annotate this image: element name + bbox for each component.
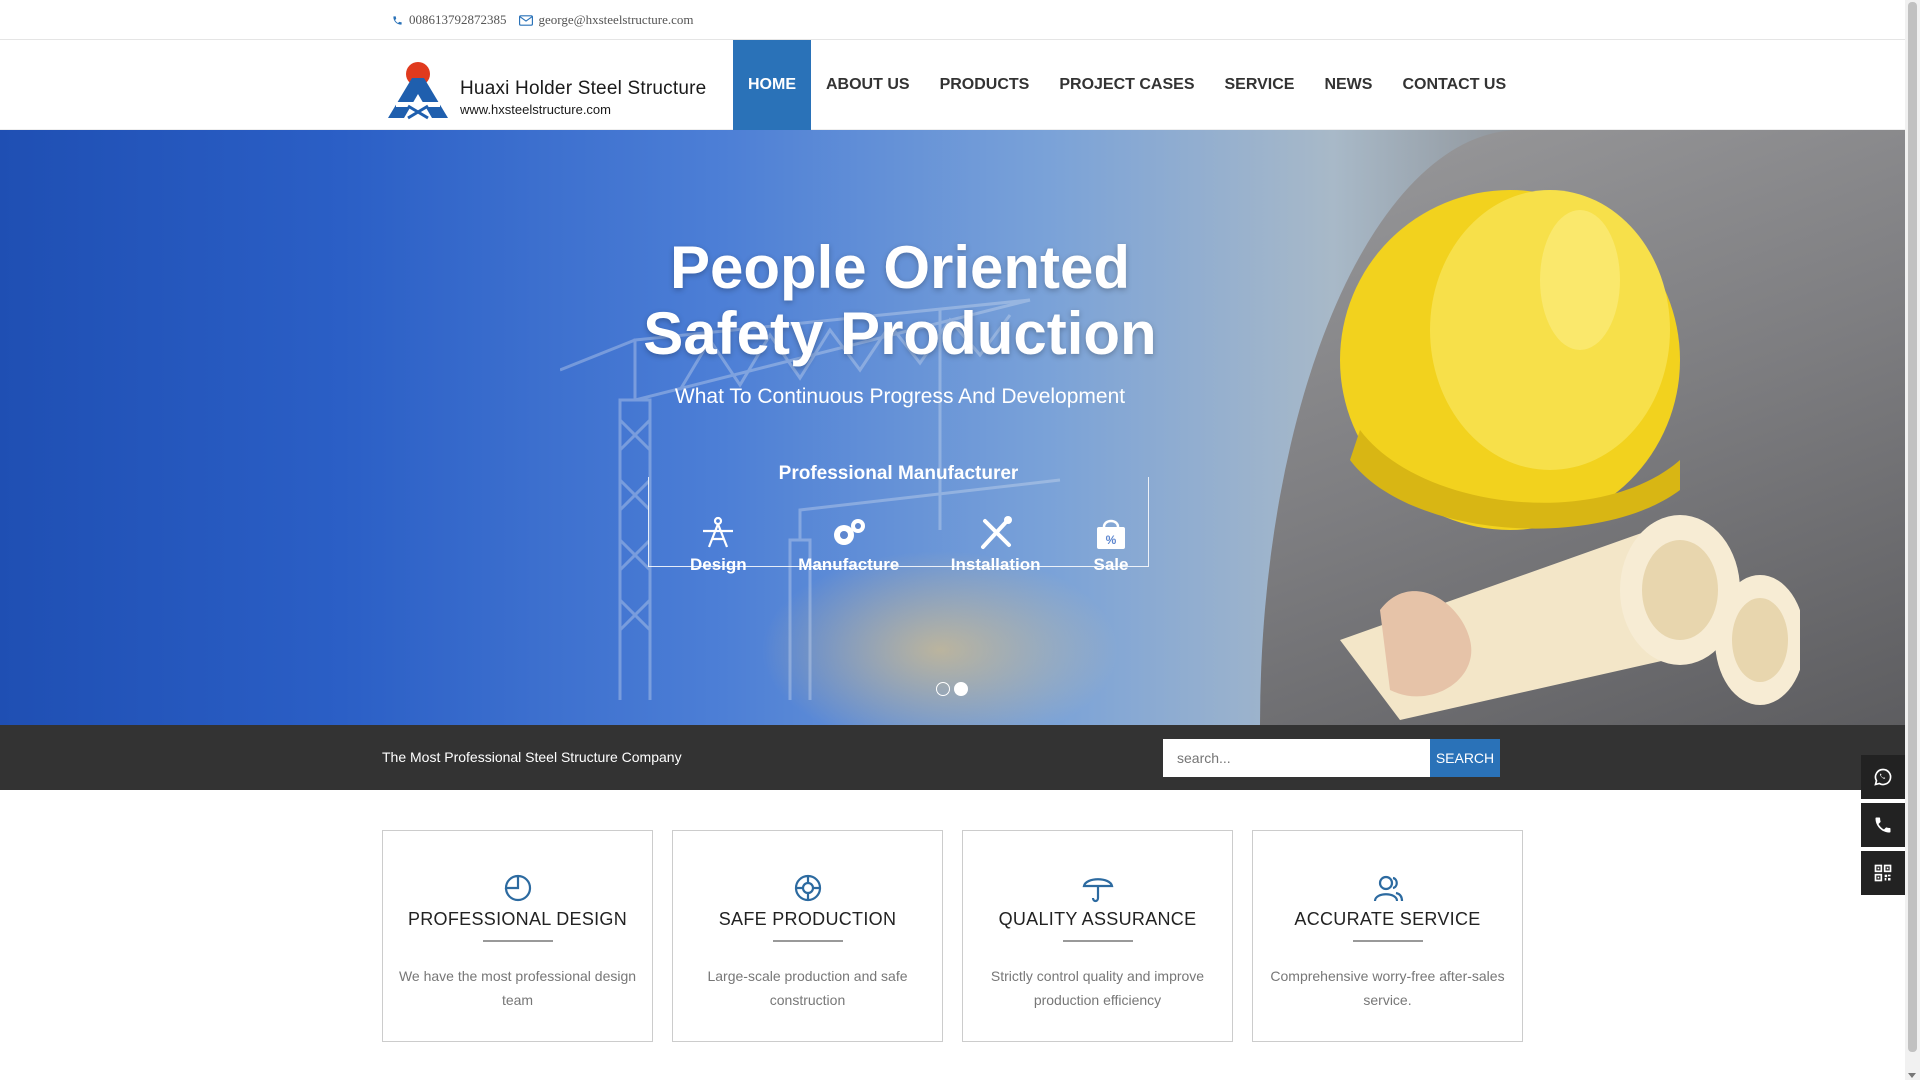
manufacturer-label: Professional Manufacturer xyxy=(648,463,1149,485)
logo-text: Huaxi Holder Steel Structure www.hxsteel… xyxy=(460,78,706,117)
hero-banner[interactable]: People Oriented Safety Production What T… xyxy=(0,130,1905,725)
feature-title: SAFE PRODUCTION xyxy=(718,909,897,929)
hero-title-line1: People Oriented xyxy=(669,234,1131,301)
step-sale-label: Sale xyxy=(1093,555,1129,574)
phone-button[interactable] xyxy=(1861,803,1905,847)
nav-item-service[interactable]: SERVICE xyxy=(1209,40,1309,130)
step-installation-label: Installation xyxy=(950,555,1041,574)
nav-item-project-cases[interactable]: PROJECT CASES xyxy=(1044,40,1209,130)
hero-title-line2: Safety Production xyxy=(643,300,1157,367)
step-installation: Installation xyxy=(951,515,1041,575)
feature-card-professional-design[interactable]: PROFESSIONAL DESIGN We have the most pro… xyxy=(382,830,653,1042)
main-nav: HOME ABOUT US PRODUCTS PROJECT CASES SER… xyxy=(733,40,1521,130)
feature-desc: Strictly control quality and improve pro… xyxy=(990,968,1205,1008)
company-tagline: The Most Professional Steel Structure Co… xyxy=(382,749,682,765)
step-sale: % Sale xyxy=(1092,515,1130,575)
whatsapp-icon xyxy=(1874,768,1892,786)
feature-divider xyxy=(1062,940,1133,942)
logo-url: www.hxsteelstructure.com xyxy=(460,102,611,117)
phone-icon xyxy=(393,15,402,25)
hero-title: People Oriented Safety Production xyxy=(620,235,1180,367)
feature-cards: PROFESSIONAL DESIGN We have the most pro… xyxy=(382,830,1523,1042)
scrollbar-thumb[interactable] xyxy=(1908,2,1917,1052)
site-header: Huaxi Holder Steel Structure www.hxsteel… xyxy=(0,40,1905,130)
feature-card-accurate-service[interactable]: ACCURATE SERVICE Comprehensive worry-fre… xyxy=(1252,830,1523,1042)
phone-icon xyxy=(1875,817,1891,833)
feature-desc: Large-scale production and safe construc… xyxy=(707,968,908,1008)
search-input[interactable] xyxy=(1163,739,1430,777)
hero-subtitle: What To Continuous Progress And Developm… xyxy=(674,385,1126,408)
tools-icon xyxy=(980,516,1012,549)
umbrella-icon xyxy=(1082,878,1113,903)
drafting-compass-icon xyxy=(703,516,734,548)
feature-desc: We have the most professional design tea… xyxy=(398,968,637,1008)
search-form: SEARCH xyxy=(1163,739,1500,777)
step-design: Design xyxy=(690,515,747,575)
blueprint-rolls-image xyxy=(1340,515,1800,720)
feature-divider xyxy=(1352,940,1423,942)
search-button[interactable]: SEARCH xyxy=(1430,739,1500,777)
feature-divider xyxy=(482,940,553,942)
whatsapp-button[interactable] xyxy=(1861,755,1905,799)
feature-card-safe-production[interactable]: SAFE PRODUCTION Large-scale production a… xyxy=(672,830,943,1042)
feature-title: ACCURATE SERVICE xyxy=(1294,909,1481,929)
nav-item-about-us[interactable]: ABOUT US xyxy=(811,40,925,130)
feature-desc: Comprehensive worry-free after-sales ser… xyxy=(1270,968,1505,1008)
feature-divider xyxy=(772,940,843,942)
qr-code-icon xyxy=(1874,864,1892,882)
email-address: george@hxsteelstructure.com xyxy=(538,12,694,27)
logo-mark-icon xyxy=(388,62,448,120)
logo-title: Huaxi Holder Steel Structure xyxy=(460,78,707,99)
qr-code-button[interactable] xyxy=(1861,851,1905,895)
slider-dot-2[interactable] xyxy=(954,682,968,696)
step-manufacture-label: Manufacture xyxy=(798,555,900,574)
users-icon xyxy=(1373,875,1403,902)
page-scrollbar[interactable] xyxy=(1905,0,1920,1080)
nav-item-contact-us[interactable]: CONTACT US xyxy=(1387,40,1521,130)
nav-item-products[interactable]: PRODUCTS xyxy=(925,40,1045,130)
feature-title: PROFESSIONAL DESIGN xyxy=(407,909,628,929)
page: 008613792872385 george@hxsteelstructure.… xyxy=(0,0,1905,1080)
pie-chart-icon xyxy=(504,874,531,902)
site-logo[interactable]: Huaxi Holder Steel Structure www.hxsteel… xyxy=(382,60,706,120)
feature-title: QUALITY ASSURANCE xyxy=(998,909,1197,929)
nav-item-news[interactable]: NEWS xyxy=(1309,40,1387,130)
service-steps: Design Manufacture Installation % Sale xyxy=(690,515,1130,575)
phone-contact[interactable]: 008613792872385 xyxy=(392,12,507,28)
shopping-bag-icon: % xyxy=(1097,519,1125,549)
tagline-bar: The Most Professional Steel Structure Co… xyxy=(0,725,1905,790)
step-manufacture: Manufacture xyxy=(798,515,899,575)
scroll-down-arrow-icon[interactable] xyxy=(1908,1073,1916,1078)
manufacturer-label-text: Professional Manufacturer xyxy=(778,463,1019,484)
email-contact[interactable]: george@hxsteelstructure.com xyxy=(518,12,694,28)
top-contact-bar: 008613792872385 george@hxsteelstructure.… xyxy=(0,0,1905,40)
svg-text:%: % xyxy=(1106,533,1117,547)
step-design-label: Design xyxy=(690,555,747,574)
feature-card-quality-assurance[interactable]: QUALITY ASSURANCE Strictly control quali… xyxy=(962,830,1233,1042)
envelope-icon xyxy=(518,14,533,26)
phone-number: 008613792872385 xyxy=(409,12,507,27)
contact-info: 008613792872385 george@hxsteelstructure.… xyxy=(392,0,706,40)
slider-dots xyxy=(936,682,972,696)
lifebuoy-icon xyxy=(794,874,821,902)
gears-icon xyxy=(833,519,865,545)
slider-dot-1[interactable] xyxy=(936,682,950,696)
nav-item-home[interactable]: HOME xyxy=(733,40,811,130)
